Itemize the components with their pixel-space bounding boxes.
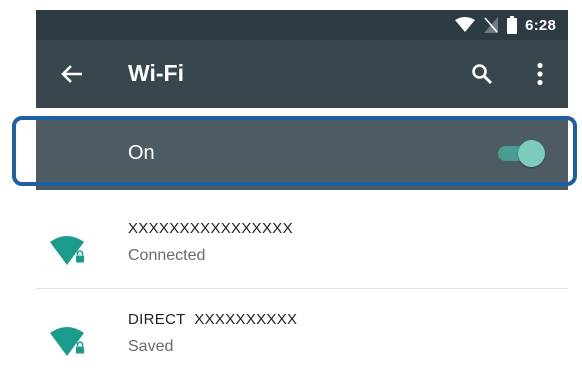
wifi-lock-icon	[50, 236, 85, 265]
more-vert-icon	[537, 62, 543, 86]
network-item[interactable]: XXXXXXXXXXXXXXXX Connected	[36, 198, 568, 288]
toggle-thumb	[518, 140, 545, 167]
status-icons: 6:28	[455, 14, 556, 36]
battery-icon	[507, 16, 518, 34]
wifi-toggle-switch[interactable]	[496, 138, 546, 168]
network-status: Saved	[128, 338, 174, 355]
wifi-signal-icon	[455, 17, 476, 32]
android-wifi-settings-screen: 6:28 Wi-Fi On XXXXXXXXXXXXXXXX Connected…	[36, 10, 568, 370]
wifi-master-switch-row[interactable]: On	[36, 116, 568, 190]
network-ssid: DIRECT XXXXXXXXXX	[128, 311, 298, 328]
network-list: XXXXXXXXXXXXXXXX Connected DIRECT XXXXXX…	[36, 198, 568, 379]
network-ssid: XXXXXXXXXXXXXXXX	[128, 220, 293, 237]
wifi-lock-icon	[50, 327, 85, 356]
status-bar: 6:28	[36, 10, 568, 40]
status-time: 6:28	[525, 16, 556, 34]
search-button[interactable]	[468, 60, 496, 88]
wifi-switch-label: On	[128, 142, 155, 164]
more-options-button[interactable]	[526, 60, 554, 88]
back-arrow-icon	[61, 65, 82, 83]
toolbar: Wi-Fi	[36, 40, 568, 108]
network-item[interactable]: DIRECT XXXXXXXXXX Saved	[36, 288, 568, 379]
search-icon	[472, 64, 493, 85]
network-status: Connected	[128, 247, 206, 264]
page-title: Wi-Fi	[128, 60, 184, 86]
no-sim-icon	[484, 17, 499, 33]
back-button[interactable]	[58, 60, 86, 88]
